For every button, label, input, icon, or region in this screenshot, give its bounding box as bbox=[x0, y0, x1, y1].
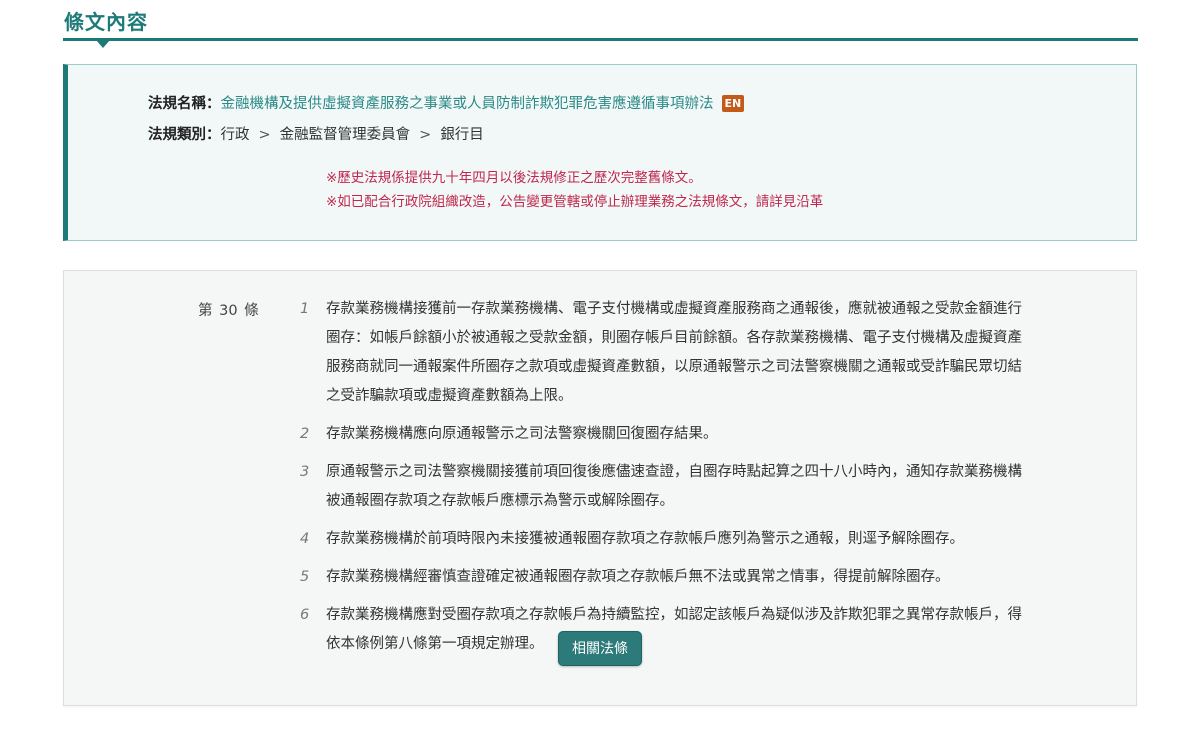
paragraph-list: 1 存款業務機構接獲前一存款業務機構、電子支付機構或虛擬資產服務商之通報後，應就… bbox=[296, 295, 1036, 668]
paragraph-item: 1 存款業務機構接獲前一存款業務機構、電子支付機構或虛擬資產服務商之通報後，應就… bbox=[296, 295, 1036, 411]
paragraph-text: 存款業務機構經審慎查證確定被通報圈存款項之存款帳戶無不法或異常之情事，得提前解除… bbox=[326, 569, 950, 585]
paragraph-item: 3 原通報警示之司法警察機關接獲前項回復後應儘速查證，自圈存時點起算之四十八小時… bbox=[296, 458, 1036, 516]
title-caret-icon bbox=[96, 40, 110, 48]
paragraph-item: 6 存款業務機構應對受圈存款項之存款帳戶為持續監控，如認定該帳戶為疑似涉及詐欺犯… bbox=[296, 601, 1036, 659]
paragraph-item: 5 存款業務機構經審慎查證確定被通報圈存款項之存款帳戶無不法或異常之情事，得提前… bbox=[296, 563, 1036, 592]
paragraph-text: 存款業務機構接獲前一存款業務機構、電子支付機構或虛擬資產服務商之通報後，應就被通… bbox=[326, 301, 1022, 404]
paragraph-item: 2 存款業務機構應向原通報警示之司法警察機關回復圈存結果。 bbox=[296, 420, 1036, 449]
article-number: 第 30 條 bbox=[198, 303, 259, 319]
paragraph-number: 2 bbox=[300, 426, 310, 442]
paragraph-number: 3 bbox=[300, 464, 310, 480]
paragraph-text: 原通報警示之司法警察機關接獲前項回復後應儘速查證，自圈存時點起算之四十八小時內，… bbox=[326, 464, 1022, 509]
law-name-label: 法規名稱： bbox=[148, 96, 221, 112]
related-articles-button[interactable]: 相關法條 bbox=[558, 631, 642, 666]
reorganization-note: ※如已配合行政院組織改造，公告變更管轄或停止辦理業務之法規條文，請詳見沿革 bbox=[326, 194, 824, 210]
law-category-label: 法規類別： bbox=[148, 127, 221, 143]
law-category-row: 法規類別：行政 > 金融監督管理委員會 > 銀行目 bbox=[148, 124, 484, 146]
breadcrumb-separator-icon: > bbox=[258, 127, 271, 143]
paragraph-item: 4 存款業務機構於前項時限內未接獲被通報圈存款項之存款帳戶應列為警示之通報，則逕… bbox=[296, 525, 1036, 554]
paragraph-text: 存款業務機構於前項時限內未接獲被通報圈存款項之存款帳戶應列為警示之通報，則逕予解… bbox=[326, 531, 964, 547]
english-version-badge[interactable]: EN bbox=[721, 95, 745, 112]
article-content-box: 第 30 條 1 存款業務機構接獲前一存款業務機構、電子支付機構或虛擬資產服務商… bbox=[63, 270, 1137, 706]
paragraph-text: 存款業務機構應向原通報警示之司法警察機關回復圈存結果。 bbox=[326, 426, 718, 442]
section-title: 條文內容 bbox=[64, 10, 148, 34]
paragraph-number: 1 bbox=[300, 301, 310, 317]
title-underline bbox=[63, 38, 1138, 41]
page: 條文內容 法規名稱：金融機構及提供虛擬資產服務之事業或人員防制詐欺犯罪危害應遵循… bbox=[0, 0, 1200, 738]
paragraph-number: 4 bbox=[300, 531, 310, 547]
paragraph-number: 6 bbox=[300, 607, 310, 623]
law-name-row: 法規名稱：金融機構及提供虛擬資產服務之事業或人員防制詐欺犯罪危害應遵循事項辦法 E… bbox=[148, 93, 745, 115]
paragraph-text: 存款業務機構應對受圈存款項之存款帳戶為持續監控，如認定該帳戶為疑似涉及詐欺犯罪之… bbox=[326, 607, 1022, 652]
category-item: 銀行目 bbox=[440, 127, 484, 143]
category-item: 金融監督管理委員會 bbox=[279, 127, 411, 143]
law-info-box: 法規名稱：金融機構及提供虛擬資產服務之事業或人員防制詐欺犯罪危害應遵循事項辦法 E… bbox=[63, 64, 1137, 241]
category-item: 行政 bbox=[220, 127, 250, 143]
breadcrumb-separator-icon: > bbox=[419, 127, 432, 143]
law-name-link[interactable]: 金融機構及提供虛擬資產服務之事業或人員防制詐欺犯罪危害應遵循事項辦法 bbox=[221, 96, 714, 112]
paragraph-number: 5 bbox=[300, 569, 310, 585]
history-note: ※歷史法規係提供九十年四月以後法規修正之歷次完整舊條文。 bbox=[326, 170, 702, 186]
